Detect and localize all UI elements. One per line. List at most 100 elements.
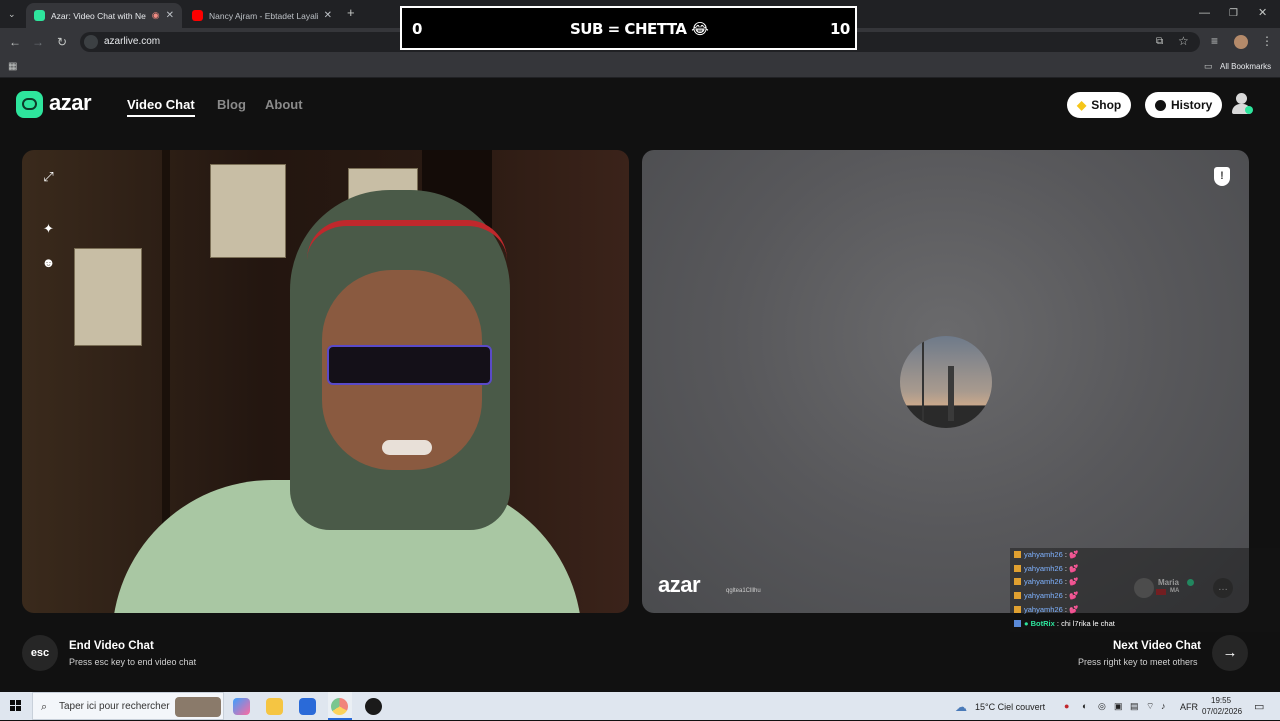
bot-chat-message: ● BotRix : chi l7rika le chat (1014, 618, 1115, 630)
gem-icon: ◆ (1077, 98, 1087, 112)
windows-start-icon[interactable] (10, 700, 22, 712)
url-text: azarlive.com (104, 36, 161, 47)
taskbar-search-placeholder: Taper ici pour rechercher (59, 701, 170, 712)
bookmarks-bar: ▦ ▭ All Bookmarks (0, 56, 1280, 78)
site-info-icon[interactable] (84, 35, 98, 49)
volume-icon[interactable]: ♪ (1161, 701, 1166, 711)
reading-list-icon[interactable]: ≡ (1211, 35, 1218, 47)
tray-app-icon[interactable]: ▤ (1130, 701, 1139, 712)
wanted-poster-image (74, 248, 142, 346)
forward-icon[interactable]: → (32, 36, 44, 48)
watermark-id: qgltea1Clllhu (726, 588, 761, 594)
store-icon[interactable] (299, 698, 316, 715)
face-filter-icon[interactable]: ☻ (40, 254, 57, 271)
nav-blog[interactable]: Blog (217, 97, 246, 112)
local-video-feed: ⤢ ✦ ☻ (22, 150, 629, 613)
chat-message: yahyamh26 : 💕 (1014, 563, 1078, 575)
search-icon: ⌕ (41, 701, 48, 713)
back-icon[interactable]: ← (9, 36, 21, 48)
azar-logo-text[interactable]: azar (49, 90, 92, 116)
next-video-chat-hint: Press right key to meet others (1078, 657, 1198, 667)
tab-youtube[interactable]: Nancy Ajram - Ebtadet Layalina ✕ (184, 3, 340, 28)
expand-icon[interactable]: ⤢ (40, 168, 57, 185)
chat-badge-icon (1014, 606, 1021, 613)
all-bookmarks-link[interactable]: All Bookmarks (1220, 62, 1271, 71)
next-video-chat-title[interactable]: Next Video Chat (1113, 640, 1201, 652)
sunglasses-image (327, 345, 492, 385)
chat-badge-icon (1014, 592, 1021, 599)
arrow-right-icon[interactable]: → (1212, 635, 1248, 671)
right-counter: 10 (830, 20, 850, 38)
obs-icon[interactable] (365, 698, 382, 715)
apps-grid-icon[interactable]: ▦ (8, 61, 17, 73)
banner-text: SUB = CHETTA 😂 (570, 20, 709, 38)
tray-app-icon[interactable]: ◐ (1082, 701, 1087, 711)
nav-active-underline (127, 115, 195, 117)
chat-message: yahyamh26 : 💕 (1014, 604, 1078, 616)
azar-favicon-icon (34, 10, 45, 21)
recording-icon: ◉ (151, 10, 160, 20)
wifi-icon[interactable]: ⌔ (1146, 701, 1154, 712)
bookmark-star-icon[interactable]: ☆ (1178, 35, 1189, 47)
stream-sub-counter-banner: 0 SUB = CHETTA 😂 10 (400, 6, 857, 50)
magic-wand-icon[interactable]: ✦ (40, 220, 57, 237)
weather-text[interactable]: 15°C Ciel couvert (975, 702, 1045, 712)
shop-button[interactable]: ◆ Shop (1067, 92, 1132, 118)
bot-status-icon: ● (1024, 619, 1029, 628)
shop-label: Shop (1091, 98, 1122, 112)
wanted-poster-image (210, 164, 286, 258)
tab-search-icon[interactable]: ⌄ (8, 8, 16, 20)
close-icon[interactable]: ✕ (1258, 7, 1267, 19)
nav-video-chat[interactable]: Video Chat (127, 97, 195, 112)
azar-watermark-logo: azar (658, 572, 701, 597)
history-button[interactable]: History (1145, 92, 1223, 118)
minimize-icon[interactable]: — (1199, 7, 1210, 19)
tab-title: Nancy Ajram - Ebtadet Layalina (209, 10, 318, 21)
reload-icon[interactable]: ↻ (57, 36, 67, 48)
tray-app-icon[interactable]: ● (1064, 701, 1069, 711)
esc-key-button[interactable]: esc (22, 635, 58, 671)
chat-message: yahyamh26 : 💕 (1014, 576, 1078, 588)
report-shield-icon[interactable]: ! (1214, 167, 1230, 186)
azar-page: azar Video Chat Blog About ◆ Shop Histor… (0, 78, 1280, 692)
chat-badge-icon (1014, 578, 1021, 585)
notification-icon[interactable]: ▭ (1254, 700, 1264, 713)
more-menu-icon[interactable]: ⋮ (1261, 35, 1273, 47)
peer-profile-photo (900, 336, 992, 428)
remote-video-feed: ! azar qgltea1Clllhu Maria MA … (642, 150, 1249, 613)
close-tab-icon[interactable]: ✕ (324, 10, 332, 21)
copilot-icon[interactable] (233, 698, 250, 715)
user-profile-icon[interactable] (1232, 93, 1253, 115)
search-highlight-image (175, 697, 221, 717)
profile-avatar[interactable] (1234, 35, 1248, 49)
chat-badge-icon (1014, 565, 1021, 572)
tray-app-icon[interactable]: ▣ (1114, 701, 1123, 712)
bot-badge-icon (1014, 620, 1021, 627)
folder-icon: ▭ (1204, 61, 1213, 71)
history-label: History (1171, 98, 1213, 112)
plus-icon[interactable]: + (347, 6, 355, 19)
end-video-chat-hint: Press esc key to end video chat (69, 657, 197, 667)
left-counter: 0 (412, 20, 422, 38)
tab-azar[interactable]: Azar: Video Chat with New ◉ ✕ (26, 3, 182, 28)
clock-date[interactable]: 07/02/2026 (1202, 707, 1242, 716)
file-explorer-icon[interactable] (266, 698, 283, 715)
taskbar-search-box[interactable]: ⌕ Taper ici pour rechercher (32, 692, 224, 720)
tray-network-icon[interactable]: ◎ (1098, 701, 1106, 712)
tab-title: Azar: Video Chat with New (51, 10, 146, 21)
nav-about[interactable]: About (265, 97, 303, 112)
azar-logo-icon[interactable] (16, 91, 43, 118)
teeth-image (382, 440, 432, 455)
headphones-image (307, 220, 507, 260)
clock-time[interactable]: 19:55 (1211, 696, 1231, 705)
chat-badge-icon (1014, 551, 1021, 558)
clock-icon (1155, 99, 1166, 111)
windows-taskbar: ⌕ Taper ici pour rechercher ☁ 15°C Ciel … (0, 692, 1280, 720)
install-app-icon[interactable]: ⧉ (1156, 36, 1163, 48)
language-indicator[interactable]: AFR (1180, 702, 1198, 712)
close-tab-icon[interactable]: ✕ (166, 10, 174, 21)
weather-cloud-icon: ☁ (955, 700, 967, 714)
end-video-chat-title[interactable]: End Video Chat (69, 640, 154, 652)
restore-icon[interactable]: ❐ (1229, 8, 1238, 20)
chat-message: yahyamh26 : 💕 (1014, 590, 1078, 602)
